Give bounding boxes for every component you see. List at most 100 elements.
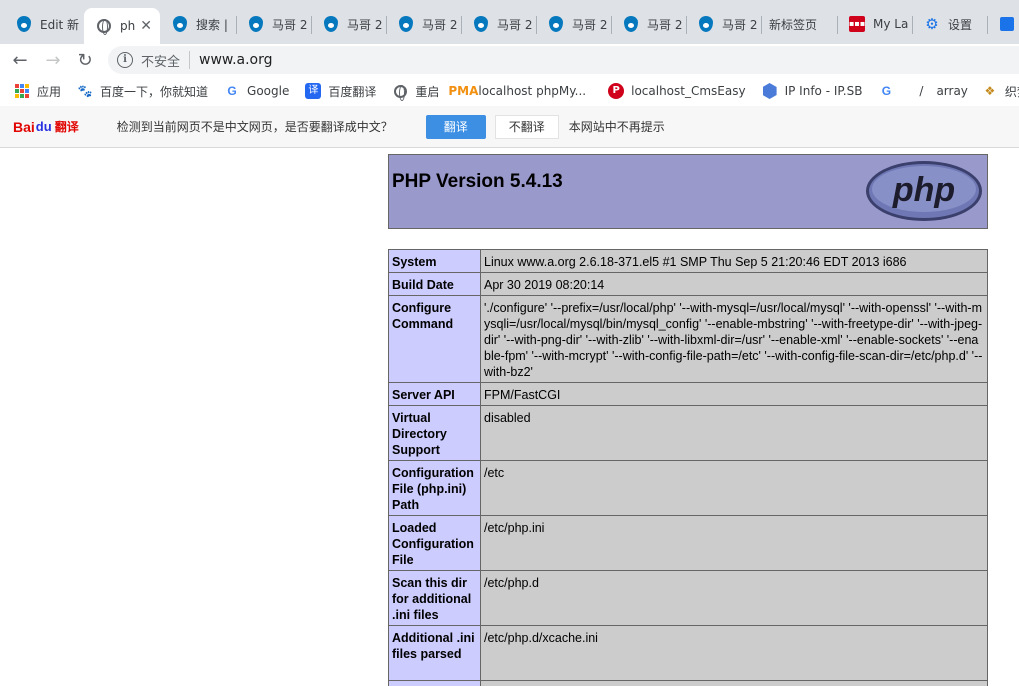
table-row <box>388 680 988 686</box>
no-translate-button[interactable]: 不翻译 <box>494 114 559 139</box>
bookmark-label: 应用 <box>37 84 62 99</box>
drupal-icon <box>473 16 489 32</box>
bookmark-google[interactable]: G Google <box>224 79 289 103</box>
tab-label: My La <box>873 17 909 31</box>
bookmark-ipinfo[interactable]: IP Info - IP.SB <box>762 79 863 103</box>
tab-mage-6[interactable]: 马哥 2 <box>611 8 686 40</box>
arrow-left-icon: ← <box>12 49 28 71</box>
row-key: Loaded Configuration File <box>388 515 481 571</box>
slash-icon: / <box>919 84 924 98</box>
row-key: System <box>388 249 481 273</box>
table-row: Configure Command './configure' '--prefi… <box>388 295 988 383</box>
bookmark-label: 重启 <box>415 84 440 99</box>
bookmark-baidu[interactable]: 🐾 百度一下，你就知道 <box>77 79 209 103</box>
tab-label: 设置 <box>948 17 973 32</box>
bookmarks-bar: 应用 🐾 百度一下，你就知道 G Google 译 百度翻译 重启 PMA lo… <box>0 76 1019 106</box>
tab-search[interactable]: 搜索 | <box>160 8 236 40</box>
tab-extensions[interactable] <box>987 8 1019 40</box>
translate-bar: Bai du 翻译 检测到当前网页不是中文网页，是否要翻译成中文？ 翻译 不翻译… <box>0 106 1019 148</box>
row-value: './configure' '--prefix=/usr/local/php' … <box>480 295 988 383</box>
tab-settings[interactable]: ⚙ 设置 <box>912 8 987 40</box>
bookmark-google-2[interactable]: G <box>878 79 901 103</box>
bookmark-baidu-fanyi[interactable]: 译 百度翻译 <box>305 79 376 103</box>
baidu-translate-logo: Bai du 翻译 <box>13 118 79 135</box>
tab-phpinfo[interactable]: ph ✕ <box>84 8 160 44</box>
security-status[interactable]: 不安全 <box>141 51 180 70</box>
logo-bai: Bai <box>13 118 35 135</box>
tab-mage-2[interactable]: 马哥 2 <box>311 8 386 40</box>
address-bar[interactable]: i 不安全 www.a.org <box>108 46 1019 74</box>
browser-toolbar: ← → ↻ i 不安全 www.a.org <box>0 44 1019 76</box>
row-value: /etc <box>480 460 988 516</box>
translate-message: 检测到当前网页不是中文网页，是否要翻译成中文？ <box>116 120 393 134</box>
bookmark-apps[interactable]: 应用 <box>14 79 61 103</box>
bookmark-dedecms[interactable]: ❖ 织梦 <box>982 79 1019 103</box>
p-logo-icon: P <box>608 83 625 99</box>
bookmark-restart[interactable]: 重启 <box>392 79 439 103</box>
php-logo: php <box>866 161 982 221</box>
table-row: System Linux www.a.org 2.6.18-371.el5 #1… <box>388 249 988 273</box>
baidu-paw-icon: 🐾 <box>77 84 93 98</box>
globe-icon <box>96 18 112 35</box>
php-info-table: System Linux www.a.org 2.6.18-371.el5 #1… <box>388 249 988 686</box>
ipinfo-icon <box>762 83 778 99</box>
table-row: Build Date Apr 30 2019 08:20:14 <box>388 272 988 296</box>
row-key: Scan this dir for additional .ini files <box>388 570 481 626</box>
page-title: PHP Version 5.4.13 <box>392 171 563 192</box>
tab-new-tab[interactable]: 新标签页 <box>761 8 837 40</box>
table-row: Additional .ini files parsed /etc/php.d/… <box>388 625 988 681</box>
reload-icon: ↻ <box>77 49 93 71</box>
row-value: /etc/php.d <box>480 570 988 626</box>
bookmark-label: IP Info - IP.SB <box>784 84 863 98</box>
tab-mage-4[interactable]: 马哥 2 <box>461 8 536 40</box>
never-translate-link[interactable]: 本网站中不再提示 <box>569 118 665 135</box>
tab-label: Edit 新 <box>40 17 80 32</box>
row-value: /etc/php.ini <box>480 515 988 571</box>
tab-mage-3[interactable]: 马哥 2 <box>386 8 461 40</box>
logo-du: du <box>35 119 52 134</box>
forward-button[interactable]: → <box>40 47 66 73</box>
bookmark-label: 百度一下，你就知道 <box>100 84 209 99</box>
tab-mage-5[interactable]: 马哥 2 <box>536 8 611 40</box>
tab-mage-7[interactable]: 马哥 2 <box>686 8 761 40</box>
table-row: Configuration File (php.ini) Path /etc <box>388 460 988 516</box>
bookmark-label: localhost_CmsEasy <box>631 84 746 98</box>
row-key: Build Date <box>388 272 481 296</box>
tab-label: 马哥 2 <box>572 17 608 32</box>
bookmark-cmseasy[interactable]: P localhost_CmsEasy <box>608 79 746 103</box>
bookmark-phpmyadmin[interactable]: PMA localhost phpMy... <box>448 79 586 103</box>
bookmark-array[interactable]: / array <box>913 79 968 103</box>
drupal-icon <box>16 16 32 32</box>
tab-label: 马哥 2 <box>497 17 533 32</box>
drupal-icon <box>248 16 264 32</box>
close-icon[interactable]: ✕ <box>140 18 152 34</box>
tab-label: 马哥 2 <box>422 17 458 32</box>
phpmyadmin-icon: PMA <box>448 84 479 98</box>
tab-edit[interactable]: Edit 新 <box>4 8 80 40</box>
tab-my-last[interactable]: ▪▪▪ My La <box>837 8 912 40</box>
url-text[interactable]: www.a.org <box>199 52 273 68</box>
row-value <box>480 680 988 686</box>
translate-button[interactable]: 翻译 <box>425 114 486 139</box>
row-value: Apr 30 2019 08:20:14 <box>480 272 988 296</box>
row-key <box>388 680 481 686</box>
tab-label: ph <box>120 19 136 33</box>
table-row: Loaded Configuration File /etc/php.ini <box>388 515 988 571</box>
table-row: Server API FPM/FastCGI <box>388 382 988 406</box>
bookmark-label: Google <box>247 84 290 98</box>
tab-label: 新标签页 <box>769 17 818 32</box>
info-icon[interactable]: i <box>117 52 133 68</box>
drupal-icon <box>323 16 339 32</box>
php-logo-text: php <box>892 171 955 209</box>
bookmark-label: 织梦 <box>1004 84 1019 99</box>
gear-icon: ⚙ <box>925 15 939 33</box>
back-button[interactable]: ← <box>7 47 33 73</box>
row-value: FPM/FastCGI <box>480 382 988 406</box>
logo-fanyi: 翻译 <box>54 120 79 134</box>
row-key: Additional .ini files parsed <box>388 625 481 681</box>
apps-grid-icon <box>14 83 30 99</box>
reload-button[interactable]: ↻ <box>72 47 98 73</box>
row-value: Linux www.a.org 2.6.18-371.el5 #1 SMP Th… <box>480 249 988 273</box>
tab-label: 马哥 2 <box>272 17 308 32</box>
tab-mage-1[interactable]: 马哥 2 <box>236 8 311 40</box>
